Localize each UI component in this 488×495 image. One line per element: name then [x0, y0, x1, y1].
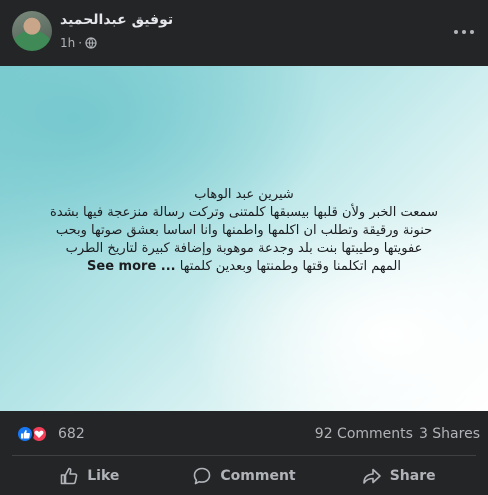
comments-count[interactable]: 92 Comments — [315, 426, 413, 442]
comment-icon — [194, 467, 211, 485]
post-meta: 1h · — [60, 36, 97, 50]
post-line: المهم اتكلمنا وقتها وطمنتها وبعدين كلمته… — [179, 259, 401, 274]
post-line: سمعت الخبر ولأن قلبها بيسبقها كلمتنى وتر… — [50, 205, 438, 220]
like-label: Like — [87, 468, 120, 484]
share-button[interactable]: Share — [321, 458, 476, 494]
like-icon — [16, 425, 34, 443]
author-name[interactable]: توفيق عبدالحميد — [60, 12, 173, 28]
post-line: عفويتها وطيبتها بنت بلد وجدعة موهوبة وإض… — [65, 241, 423, 256]
reaction-icons[interactable] — [16, 425, 48, 443]
comment-button[interactable]: Comment — [167, 458, 322, 494]
more-options-icon[interactable] — [454, 24, 474, 40]
globe-icon — [85, 37, 97, 49]
action-bar: Like Comment Share — [12, 458, 476, 494]
meta-separator: · — [78, 36, 83, 50]
post-header: توفيق عبدالحميد 1h · — [0, 0, 488, 66]
like-button[interactable]: Like — [12, 458, 167, 494]
post-line: شيرين عبد الوهاب — [194, 187, 294, 202]
post-line-last: المهم اتكلمنا وقتها وطمنتها وبعدين كلمته… — [30, 258, 458, 276]
see-more-link[interactable]: See more ... — [87, 259, 176, 274]
share-label: Share — [389, 468, 436, 484]
post-line: حنونة ورقيقة وتطلب ان اكلمها واطمنها وان… — [55, 223, 433, 238]
comment-label: Comment — [220, 468, 296, 484]
engagement-counts: 92 Comments 3 Shares — [315, 426, 480, 442]
shares-count[interactable]: 3 Shares — [419, 426, 480, 442]
post-text: شيرين عبد الوهاب سمعت الخبر ولأن قلبها ب… — [30, 186, 458, 276]
thumbs-up-icon — [60, 467, 78, 485]
share-icon — [362, 468, 381, 484]
reactions-count[interactable]: 682 — [58, 426, 85, 442]
post-stats: 682 92 Comments 3 Shares — [0, 411, 488, 455]
author-avatar[interactable] — [12, 11, 52, 51]
post-time[interactable]: 1h — [60, 36, 75, 50]
divider — [12, 455, 476, 456]
